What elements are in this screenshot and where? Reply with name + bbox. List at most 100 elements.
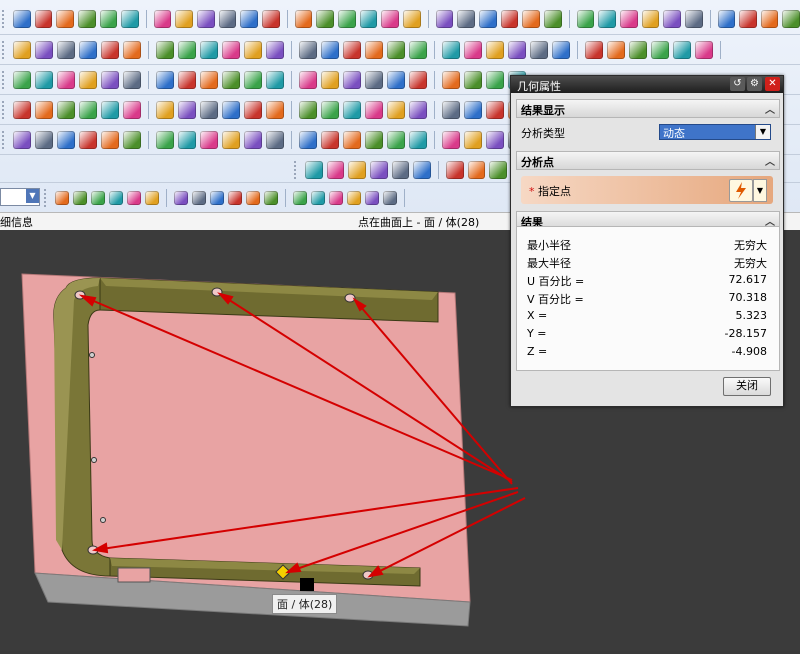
toolbar-tool-icon[interactable] bbox=[489, 160, 507, 179]
analysis-type-select[interactable]: 动态 ▼ bbox=[659, 124, 771, 140]
toolbar-tool-icon[interactable] bbox=[585, 40, 603, 59]
toolbar-tool-icon[interactable] bbox=[35, 40, 53, 59]
toolbar-tool-icon[interactable] bbox=[145, 190, 159, 205]
toolbar-tool-icon[interactable] bbox=[348, 160, 366, 179]
toolbar-tool-icon[interactable] bbox=[347, 190, 361, 205]
toolbar-tool-icon[interactable] bbox=[435, 9, 454, 28]
toolbar-tool-icon[interactable] bbox=[530, 40, 548, 59]
toolbar-tool-icon[interactable] bbox=[598, 9, 616, 28]
toolbar-tool-icon[interactable] bbox=[246, 190, 260, 205]
toolbar-tool-icon[interactable] bbox=[79, 40, 97, 59]
toolbar-tool-icon[interactable] bbox=[486, 70, 504, 89]
toolbar-tool-icon[interactable] bbox=[619, 9, 638, 28]
toolbar-tool-icon[interactable] bbox=[381, 9, 400, 28]
toolbar-tool-icon[interactable] bbox=[445, 160, 464, 179]
toolbar-tool-icon[interactable] bbox=[641, 9, 660, 28]
toolbar-tool-icon[interactable] bbox=[262, 9, 280, 28]
toolbar-tool-icon[interactable] bbox=[409, 70, 427, 89]
toolbar-tool-icon[interactable] bbox=[409, 100, 427, 119]
toolbar-tool-icon[interactable] bbox=[365, 130, 383, 149]
toolbar-tool-icon[interactable] bbox=[228, 190, 242, 205]
toolbar-tool-icon[interactable] bbox=[79, 100, 97, 119]
chevron-down-icon[interactable]: ▼ bbox=[26, 189, 39, 203]
toolbar-tool-icon[interactable] bbox=[264, 190, 278, 205]
toolbar-tool-icon[interactable] bbox=[192, 190, 206, 205]
toolbar-tool-icon[interactable] bbox=[266, 70, 284, 89]
toolbar-tool-icon[interactable] bbox=[607, 40, 625, 59]
toolbar-tool-icon[interactable] bbox=[57, 40, 75, 59]
toolbar-tool-icon[interactable] bbox=[101, 40, 119, 59]
toolbar-tool-icon[interactable] bbox=[156, 40, 174, 59]
toolbar-tool-icon[interactable] bbox=[457, 9, 475, 28]
toolbar-tool-icon[interactable] bbox=[197, 9, 215, 28]
toolbar-tool-icon[interactable] bbox=[321, 40, 339, 59]
toolbar-tool-icon[interactable] bbox=[299, 100, 317, 119]
toolbar-tool-icon[interactable] bbox=[365, 70, 383, 89]
toolbar-tool-icon[interactable] bbox=[369, 160, 388, 179]
point-type-dropdown[interactable]: ▼ bbox=[753, 179, 767, 202]
toolbar-tool-icon[interactable] bbox=[210, 190, 224, 205]
toolbar-tool-icon[interactable] bbox=[338, 9, 356, 28]
toolbar-tool-icon[interactable] bbox=[359, 9, 378, 28]
toolbar-tool-icon[interactable] bbox=[200, 70, 218, 89]
toolbar-tool-icon[interactable] bbox=[79, 70, 97, 89]
toolbar-tool-icon[interactable] bbox=[464, 70, 482, 89]
toolbar-tool-icon[interactable] bbox=[123, 70, 141, 89]
toolbar-tool-icon[interactable] bbox=[717, 9, 736, 28]
toolbar-tool-icon[interactable] bbox=[91, 190, 105, 205]
toolbar-tool-icon[interactable] bbox=[409, 40, 427, 59]
toolbar-tool-icon[interactable] bbox=[127, 190, 141, 205]
type-filter-select[interactable]: ▼ bbox=[0, 188, 40, 206]
toolbar-tool-icon[interactable] bbox=[316, 9, 335, 28]
toolbar-tool-icon[interactable] bbox=[73, 190, 87, 205]
toolbar-tool-icon[interactable] bbox=[304, 160, 323, 179]
toolbar-tool-icon[interactable] bbox=[123, 40, 141, 59]
toolbar-tool-icon[interactable] bbox=[442, 100, 460, 119]
toolbar-tool-icon[interactable] bbox=[109, 190, 123, 205]
toolbar-tool-icon[interactable] bbox=[35, 100, 53, 119]
close-icon[interactable]: ✕ bbox=[765, 77, 780, 91]
toolbar-tool-icon[interactable] bbox=[57, 100, 75, 119]
toolbar-tool-icon[interactable] bbox=[35, 70, 53, 89]
toolbar-tool-icon[interactable] bbox=[387, 70, 405, 89]
toolbar-tool-icon[interactable] bbox=[321, 130, 339, 149]
toolbar-tool-icon[interactable] bbox=[55, 190, 69, 205]
toolbar-tool-icon[interactable] bbox=[543, 9, 562, 28]
toolbar-tool-icon[interactable] bbox=[12, 9, 31, 28]
toolbar-tool-icon[interactable] bbox=[153, 9, 172, 28]
toolbar-tool-icon[interactable] bbox=[673, 40, 691, 59]
toolbar-tool-icon[interactable] bbox=[391, 160, 410, 179]
toolbar-tool-icon[interactable] bbox=[365, 190, 379, 205]
toolbar-tool-icon[interactable] bbox=[79, 130, 97, 149]
toolbar-tool-icon[interactable] bbox=[101, 130, 119, 149]
geometry-properties-dialog[interactable]: 几何属性 ↺ ⚙ ✕ 结果显示 ︿ 分析类型 动态 ▼ 分析点 ︿ * 指定点 … bbox=[510, 75, 784, 407]
toolbar-tool-icon[interactable] bbox=[365, 100, 383, 119]
toolbar-tool-icon[interactable] bbox=[222, 70, 240, 89]
toolbar-tool-icon[interactable] bbox=[13, 100, 31, 119]
toolbar-tool-icon[interactable] bbox=[760, 9, 779, 28]
toolbar-tool-icon[interactable] bbox=[576, 9, 595, 28]
toolbar-tool-icon[interactable] bbox=[156, 100, 174, 119]
toolbar-tool-icon[interactable] bbox=[343, 100, 361, 119]
toolbar-tool-icon[interactable] bbox=[403, 9, 421, 28]
toolbar-tool-icon[interactable] bbox=[522, 9, 540, 28]
toolbar-tool-icon[interactable] bbox=[467, 160, 486, 179]
chevron-up-icon[interactable]: ︿ bbox=[765, 101, 775, 116]
toolbar-tool-icon[interactable] bbox=[266, 130, 284, 149]
toolbar-tool-icon[interactable] bbox=[240, 9, 259, 28]
toolbar-tool-icon[interactable] bbox=[56, 9, 74, 28]
toolbar-tool-icon[interactable] bbox=[311, 190, 325, 205]
toolbar-tool-icon[interactable] bbox=[486, 40, 504, 59]
toolbar-tool-icon[interactable] bbox=[387, 40, 405, 59]
toolbar-tool-icon[interactable] bbox=[442, 70, 460, 89]
toolbar-tool-icon[interactable] bbox=[413, 160, 431, 179]
toolbar-tool-icon[interactable] bbox=[178, 70, 196, 89]
toolbar-tool-icon[interactable] bbox=[552, 40, 570, 59]
close-button[interactable]: 关闭 bbox=[723, 377, 771, 396]
toolbar-tool-icon[interactable] bbox=[99, 9, 118, 28]
chevron-down-icon[interactable]: ▼ bbox=[755, 125, 770, 139]
toolbar-tool-icon[interactable] bbox=[34, 9, 53, 28]
section-result-display[interactable]: 结果显示 ︿ bbox=[516, 99, 780, 118]
toolbar-tool-icon[interactable] bbox=[222, 40, 240, 59]
toolbar-tool-icon[interactable] bbox=[695, 40, 713, 59]
